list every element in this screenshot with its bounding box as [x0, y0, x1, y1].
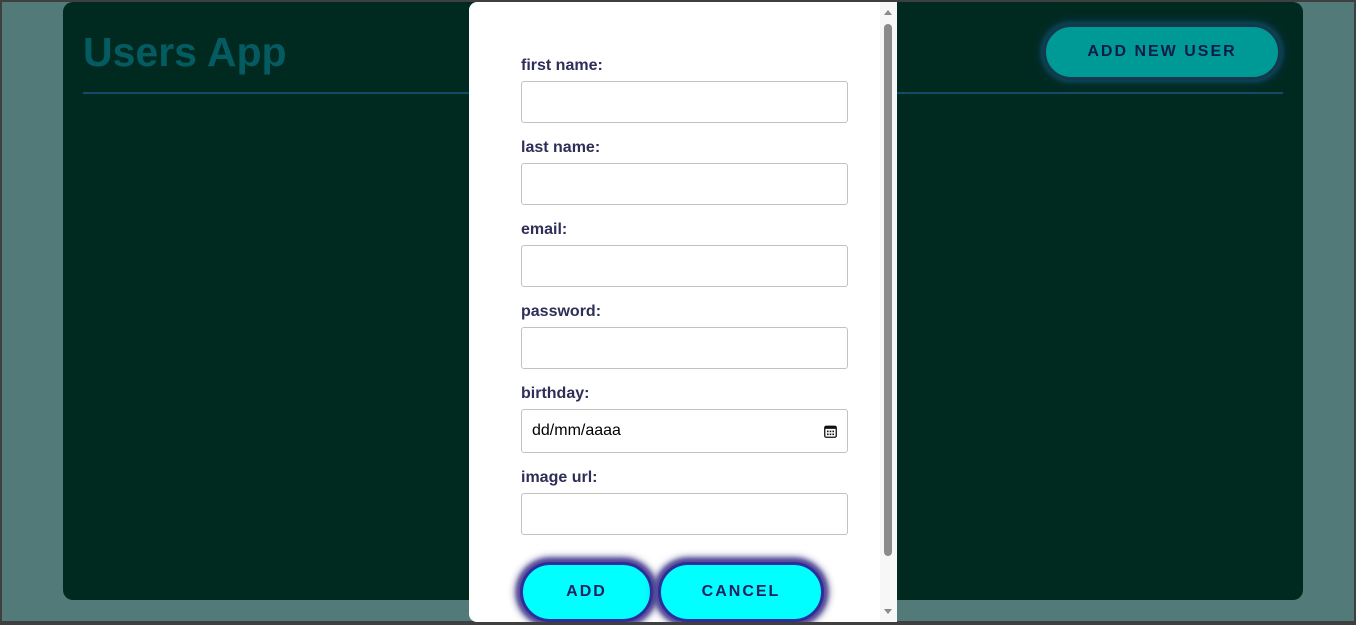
password-label: password:	[521, 303, 602, 320]
password-input[interactable]	[521, 327, 848, 369]
scroll-up-arrow-icon[interactable]	[884, 10, 892, 15]
last-name-label: last name:	[521, 139, 601, 156]
email-input[interactable]	[521, 245, 848, 287]
birthday-placeholder: dd/mm/aaaa	[532, 422, 621, 439]
calendar-icon[interactable]	[824, 425, 837, 438]
scrollbar-thumb[interactable]	[884, 24, 892, 556]
scroll-down-arrow-icon[interactable]	[884, 609, 892, 614]
image-url-input[interactable]	[521, 493, 848, 535]
last-name-input[interactable]	[521, 163, 848, 205]
first-name-input[interactable]	[521, 81, 848, 123]
birthday-label: birthday:	[521, 385, 590, 402]
add-new-user-button[interactable]: ADD NEW USER	[1043, 24, 1281, 80]
first-name-label: first name:	[521, 57, 603, 74]
birthday-date-input[interactable]: dd/mm/aaaa	[521, 409, 848, 453]
modal-scrollbar[interactable]	[880, 2, 897, 622]
cancel-button[interactable]: CANCEL	[658, 562, 824, 622]
image-url-label: image url:	[521, 469, 598, 486]
add-button[interactable]: ADD	[520, 562, 653, 622]
app-title: Users App	[83, 29, 287, 75]
email-label: email:	[521, 221, 568, 238]
add-user-modal: first name: last name: email: password: …	[469, 2, 897, 622]
